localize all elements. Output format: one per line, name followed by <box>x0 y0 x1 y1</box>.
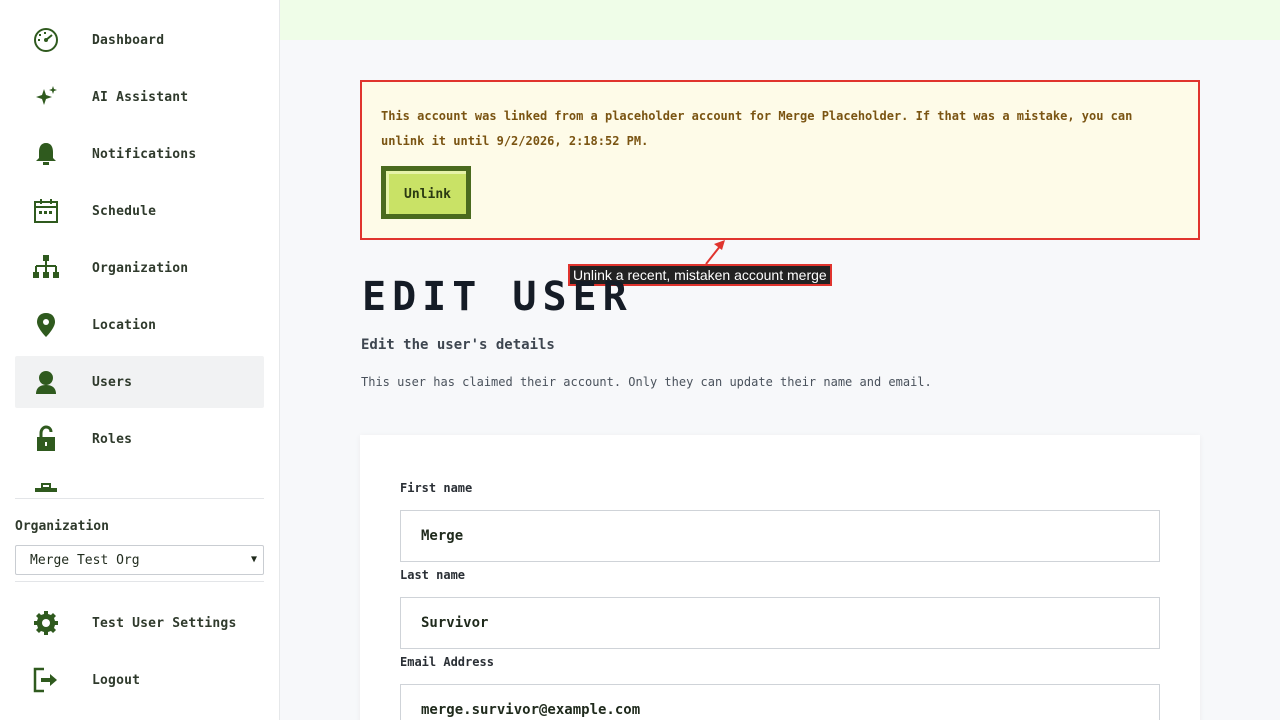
gear-icon <box>30 607 62 639</box>
page-title: EDIT USER <box>362 274 633 320</box>
sidebar-item-label: AI Assistant <box>92 89 189 105</box>
sidebar: Dashboard AI Assistant Notifications Sch… <box>0 0 280 720</box>
sidebar-item-label: Notifications <box>92 146 197 162</box>
top-banner <box>280 0 1280 40</box>
sidebar-bottom-nav: Test User Settings Logout <box>15 597 264 711</box>
chevron-down-icon: ▼ <box>250 554 257 565</box>
sidebar-item-notifications[interactable]: Notifications <box>15 128 264 180</box>
sidebar-item-test-user-settings[interactable]: Test User Settings <box>15 597 264 649</box>
sidebar-item-label: Users <box>92 374 133 390</box>
claimed-account-note: This user has claimed their account. Onl… <box>361 375 932 389</box>
app-root: Dashboard AI Assistant Notifications Sch… <box>0 0 1280 720</box>
sidebar-item-schedule[interactable]: Schedule <box>15 185 264 237</box>
organization-select[interactable]: Merge Test Org ▼ <box>15 545 264 575</box>
last-name-label: Last name <box>400 568 466 582</box>
sidebar-nav[interactable]: Dashboard AI Assistant Notifications Sch… <box>15 14 264 492</box>
sidebar-item-label: Roles <box>92 431 133 447</box>
sidebar-divider <box>15 498 264 499</box>
edit-user-form: First name Last name Email Address <box>360 435 1200 720</box>
sparkle-icon <box>30 81 62 113</box>
unlink-button-label: Unlink <box>386 171 466 214</box>
first-name-field[interactable] <box>400 510 1160 562</box>
sidebar-item-label: Location <box>92 317 157 333</box>
calendar-icon <box>30 195 62 227</box>
sidebar-item-location[interactable]: Location <box>15 299 264 351</box>
email-field[interactable] <box>400 684 1160 720</box>
organization-label: Organization <box>15 519 109 534</box>
sidebar-item-label: Test User Settings <box>92 615 237 631</box>
sidebar-item-label: Organization <box>92 260 189 276</box>
last-name-field[interactable] <box>400 597 1160 649</box>
sidebar-item-partial[interactable] <box>15 470 264 492</box>
sidebar-item-label: Dashboard <box>92 32 165 48</box>
org-chart-icon <box>30 252 62 284</box>
logout-icon <box>30 664 62 696</box>
email-label: Email Address <box>400 655 494 669</box>
sidebar-item-ai-assistant[interactable]: AI Assistant <box>15 71 264 123</box>
bell-icon <box>30 138 62 170</box>
sidebar-divider <box>15 581 264 582</box>
sidebar-item-roles[interactable]: Roles <box>15 413 264 465</box>
sidebar-item-organization[interactable]: Organization <box>15 242 264 294</box>
organization-select-value: Merge Test Org <box>30 552 140 568</box>
lock-icon <box>30 423 62 455</box>
sidebar-item-label: Logout <box>92 672 141 688</box>
user-icon <box>30 366 62 398</box>
sidebar-item-logout[interactable]: Logout <box>15 654 264 706</box>
sidebar-item-users[interactable]: Users <box>15 356 264 408</box>
map-pin-icon <box>30 309 62 341</box>
merge-alert: This account was linked from a placehold… <box>360 80 1200 240</box>
first-name-label: First name <box>400 481 473 495</box>
merge-alert-message: This account was linked from a placehold… <box>381 109 1133 148</box>
sidebar-item-label: Schedule <box>92 203 157 219</box>
sidebar-item-dashboard[interactable]: Dashboard <box>15 14 264 66</box>
dashboard-icon <box>30 24 62 56</box>
unlink-button[interactable]: Unlink <box>381 166 471 219</box>
page-subtitle: Edit the user's details <box>361 337 555 353</box>
briefcase-icon <box>30 480 62 492</box>
